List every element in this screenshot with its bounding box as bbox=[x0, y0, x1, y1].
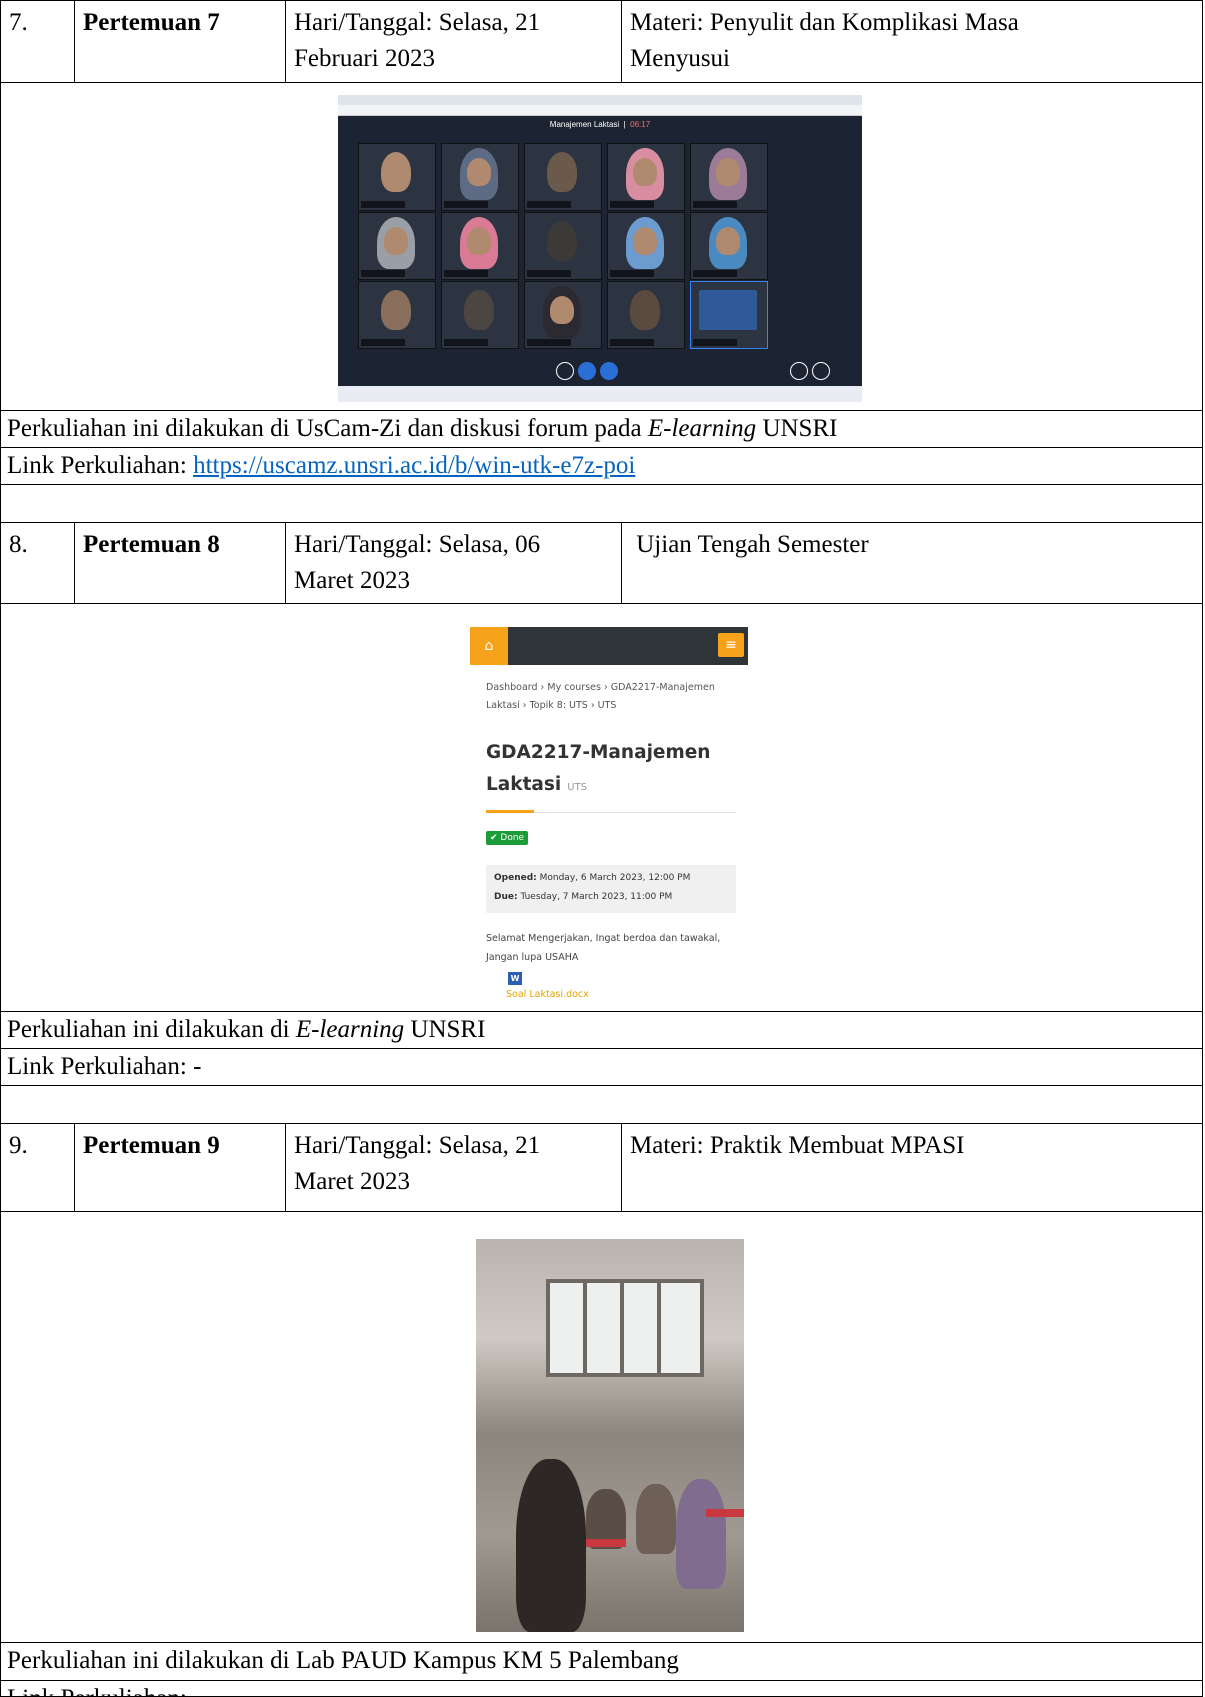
dates-box: Opened: Monday, 6 March 2023, 12:00 PM D… bbox=[486, 865, 736, 913]
instructions: Selamat Mengerjakan, Ingat berdoa dan ta… bbox=[486, 933, 721, 963]
meeting-number: 7. bbox=[1, 1, 75, 82]
date-line-2: Februari 2023 bbox=[294, 45, 435, 72]
room-title: Manajemen Laktasi bbox=[549, 120, 620, 129]
meeting-title: Pertemuan 7 bbox=[75, 1, 286, 82]
chair bbox=[706, 1509, 744, 1517]
topic-line-1: Materi: Penyulit dan Komplikasi Masa bbox=[630, 9, 1019, 36]
participant-tile bbox=[524, 281, 602, 349]
meeting-9-link-row: Link Perkuliahan: - bbox=[0, 1680, 1203, 1697]
participant-tile bbox=[358, 212, 436, 280]
course-title: GDA2217-Manajemen Laktasi UTS bbox=[486, 742, 711, 795]
meeting-topic: Materi: Penyulit dan Komplikasi Masa Men… bbox=[622, 1, 1204, 82]
participant-tile bbox=[690, 212, 768, 280]
title-tag: UTS bbox=[567, 782, 588, 793]
place-text: Perkuliahan ini dilakukan di UsCam-Zi da… bbox=[7, 415, 838, 442]
participant-tile bbox=[690, 143, 768, 211]
meeting-date: Hari/Tanggal: Selasa, 06 Maret 2023 bbox=[286, 523, 622, 603]
done-badge: ✔ Done bbox=[486, 831, 529, 845]
spacer-row bbox=[0, 1085, 1203, 1124]
place-text: Perkuliahan ini dilakukan di Lab PAUD Ka… bbox=[7, 1647, 679, 1674]
record-timer: 06:17 bbox=[630, 120, 651, 129]
meeting-8-header-row: 8. Pertemuan 8 Hari/Tanggal: Selasa, 06 … bbox=[0, 522, 1203, 604]
topic-line-2: Menyusui bbox=[630, 45, 730, 72]
conference-header: Manajemen Laktasi | 06:17 bbox=[549, 120, 651, 129]
meeting-number: 8. bbox=[1, 523, 75, 603]
meeting-8-link-row: Link Perkuliahan: - bbox=[0, 1048, 1203, 1086]
meeting-8-place-row: Perkuliahan ini dilakukan di E-learning … bbox=[0, 1011, 1203, 1049]
person bbox=[516, 1459, 586, 1632]
camera-button-icon[interactable] bbox=[600, 362, 618, 380]
word-file-icon: W bbox=[508, 972, 522, 985]
participant-tile bbox=[607, 212, 685, 280]
participant-tile bbox=[524, 143, 602, 211]
leave-icon[interactable] bbox=[812, 362, 830, 380]
home-icon[interactable]: ⌂ bbox=[470, 627, 508, 665]
participant-tile bbox=[607, 143, 685, 211]
meeting-number: 9. bbox=[1, 1124, 75, 1211]
meeting-9-place-row: Perkuliahan ini dilakukan di Lab PAUD Ka… bbox=[0, 1642, 1203, 1681]
meeting-date: Hari/Tanggal: Selasa, 21 Februari 2023 bbox=[286, 1, 622, 82]
classroom-photo bbox=[476, 1239, 744, 1632]
participant-tile bbox=[690, 281, 768, 349]
meeting-7-link-row: Link Perkuliahan: https://uscamz.unsri.a… bbox=[0, 447, 1203, 485]
title-underline bbox=[486, 810, 534, 813]
link-label: Link Perkuliahan: bbox=[7, 452, 194, 479]
link-label: Link Perkuliahan: - bbox=[1, 1681, 1202, 1696]
hamburger-menu-icon[interactable]: ≡ bbox=[718, 633, 744, 657]
participant-tile bbox=[358, 143, 436, 211]
participant-tile bbox=[441, 143, 519, 211]
file-link[interactable]: Soal Laktasi.docx bbox=[506, 989, 589, 1000]
browser-address-bar bbox=[338, 105, 862, 116]
participant-tile bbox=[607, 281, 685, 349]
meeting-topic: Materi: Praktik Membuat MPASI bbox=[630, 1132, 965, 1159]
video-conference-screenshot: Manajemen Laktasi | 06:17 bbox=[338, 95, 862, 402]
windows-taskbar bbox=[338, 386, 862, 402]
chair bbox=[586, 1539, 626, 1547]
elearning-screenshot: ⌂ ≡ Dashboard › My courses › GDA2217-Man… bbox=[470, 627, 748, 1004]
date-line-1: Hari/Tanggal: Selasa, 21 bbox=[294, 9, 541, 36]
link-label: Link Perkuliahan: - bbox=[7, 1053, 202, 1080]
meeting-7-place-row: Perkuliahan ini dilakukan di UsCam-Zi da… bbox=[0, 410, 1203, 448]
participant-tile bbox=[441, 281, 519, 349]
audio-button-icon[interactable] bbox=[578, 362, 596, 380]
elearning-text: E-learning bbox=[647, 415, 757, 442]
person bbox=[676, 1479, 726, 1589]
meeting-7-header-row: 7. Pertemuan 7 Hari/Tanggal: Selasa, 21 … bbox=[0, 0, 1203, 83]
meeting-9-header-row: 9. Pertemuan 9 Hari/Tanggal: Selasa, 21 … bbox=[0, 1123, 1203, 1212]
participant-tile bbox=[441, 212, 519, 280]
spacer-row bbox=[0, 484, 1203, 523]
breadcrumb: Dashboard › My courses › GDA2217-Manajem… bbox=[486, 682, 715, 711]
participant-tile bbox=[358, 281, 436, 349]
screen-share-icon[interactable] bbox=[790, 362, 808, 380]
moodle-navbar: ⌂ ≡ bbox=[470, 627, 748, 665]
meeting-link[interactable]: https://uscamz.unsri.ac.id/b/win-utk-e7z… bbox=[193, 452, 635, 479]
window bbox=[546, 1279, 704, 1377]
elearning-text: E-learning bbox=[295, 1016, 405, 1043]
meeting-topic: Ujian Tengah Semester bbox=[630, 531, 869, 558]
meeting-date: Hari/Tanggal: Selasa, 21 Maret 2023 bbox=[286, 1124, 622, 1211]
mute-button-icon[interactable] bbox=[556, 362, 574, 380]
meeting-title: Pertemuan 8 bbox=[75, 523, 286, 603]
participant-tile bbox=[524, 212, 602, 280]
place-text: Perkuliahan ini dilakukan di E-learning … bbox=[7, 1016, 486, 1043]
meeting-title: Pertemuan 9 bbox=[75, 1124, 286, 1211]
browser-tabs bbox=[338, 95, 862, 105]
person bbox=[636, 1484, 676, 1554]
